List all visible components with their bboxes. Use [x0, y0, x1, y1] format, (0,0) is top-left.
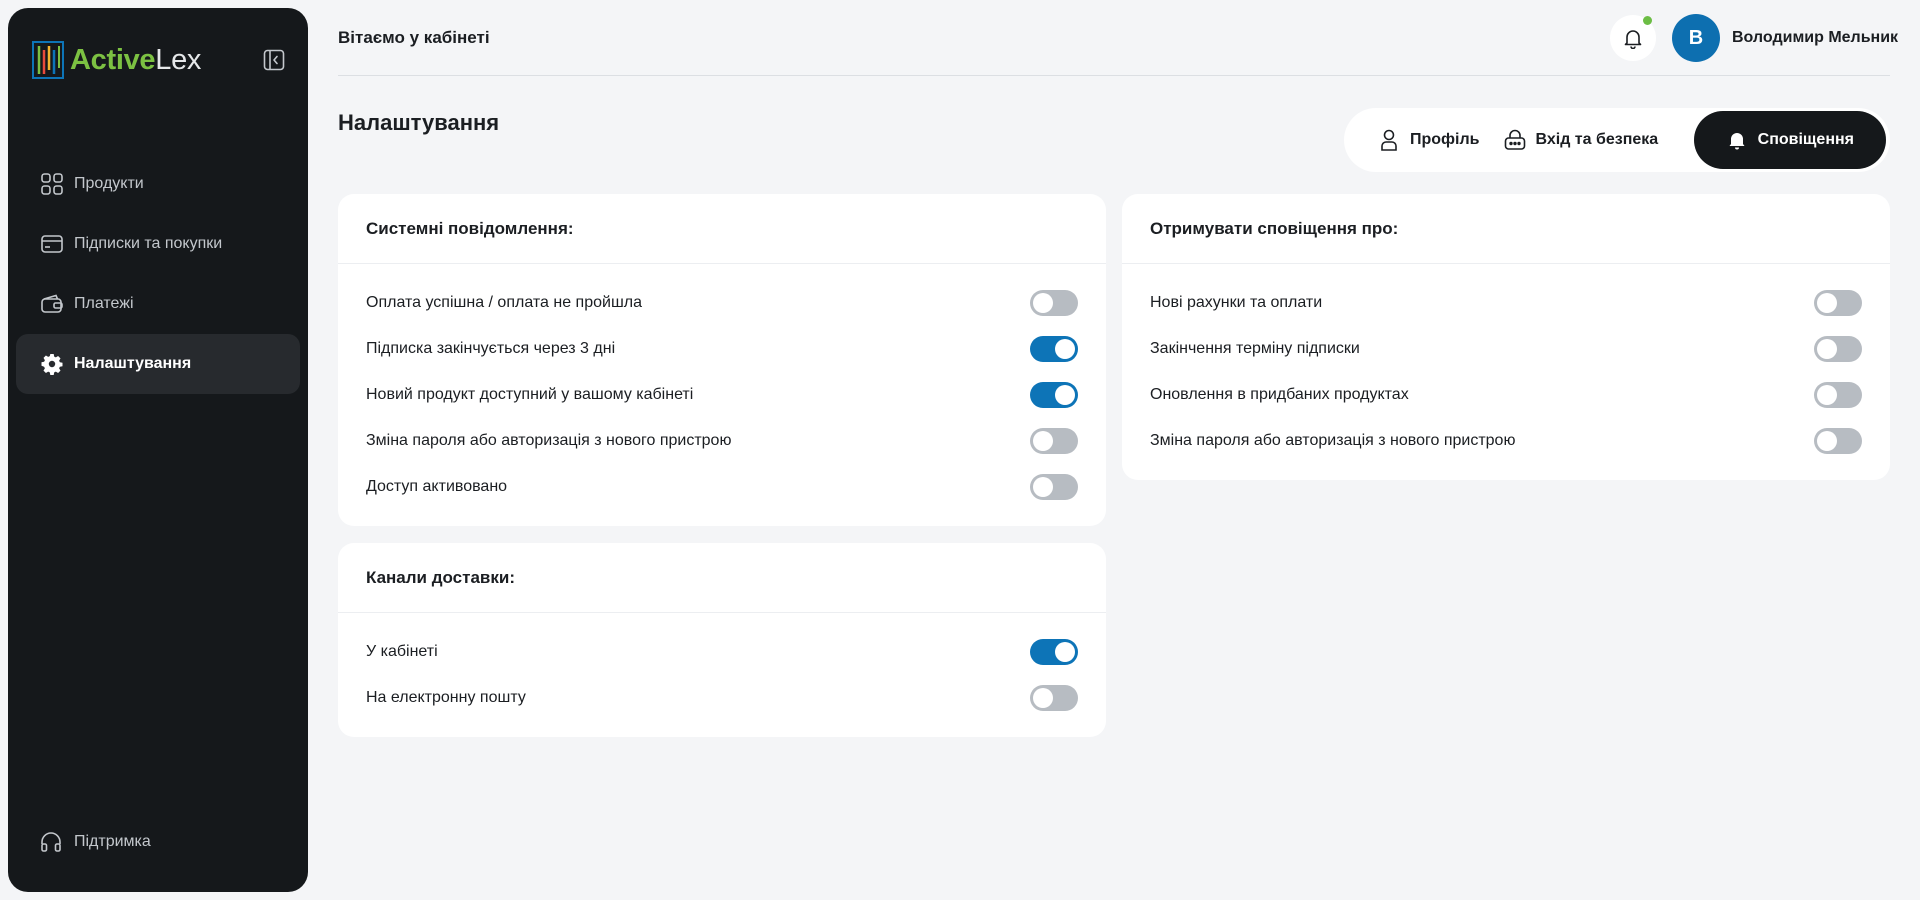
notification-dot: [1643, 16, 1652, 25]
toggle-knob: [1055, 339, 1075, 359]
setting-label: Зміна пароля або авторизація з нового пр…: [1150, 432, 1516, 449]
user-name[interactable]: Володимир Мельник: [1732, 29, 1898, 47]
toggle-switch[interactable]: [1814, 428, 1862, 454]
sidebar-item-label: Платежі: [74, 295, 134, 312]
toggle-knob: [1817, 293, 1837, 313]
toggle-switch[interactable]: [1030, 290, 1078, 316]
support-label: Підтримка: [74, 833, 151, 850]
setting-row: Доступ активовано: [338, 464, 1106, 510]
user-icon: [1378, 129, 1400, 151]
setting-row: На електронну пошту: [338, 675, 1106, 721]
sidebar: ActiveLex Продукти Підписки та покупки П…: [8, 8, 308, 892]
toggle-knob: [1033, 431, 1053, 451]
settings-tabs: Профіль Вхід та безпека Сповіщення: [1344, 108, 1890, 172]
grid-icon: [40, 172, 64, 196]
toggle-switch[interactable]: [1030, 336, 1078, 362]
support-link[interactable]: Підтримка: [40, 830, 151, 854]
tab-label: Вхід та безпека: [1535, 131, 1659, 148]
tab-label: Профіль: [1410, 131, 1480, 148]
toggle-switch[interactable]: [1030, 685, 1078, 711]
notifications-button[interactable]: [1610, 15, 1656, 61]
card-icon: [40, 232, 64, 256]
sidebar-item-label: Підписки та покупки: [74, 235, 223, 252]
toggle-knob: [1033, 688, 1053, 708]
setting-row: У кабінеті: [338, 629, 1106, 675]
setting-row: Зміна пароля або авторизація з нового пр…: [1122, 418, 1890, 464]
toggle-switch[interactable]: [1814, 336, 1862, 362]
page-title: Налаштування: [338, 110, 500, 135]
setting-label: Закінчення терміну підписки: [1150, 340, 1360, 357]
setting-label: Оновлення в придбаних продуктах: [1150, 386, 1409, 403]
system-notifications-card: Системні повідомлення: Оплата успішна / …: [338, 194, 1106, 526]
toggle-knob: [1055, 642, 1075, 662]
delivery-channels-card: Канали доставки: У кабінеті На електронн…: [338, 543, 1106, 737]
toggle-knob: [1817, 385, 1837, 405]
setting-label: На електронну пошту: [366, 689, 526, 706]
avatar[interactable]: В: [1672, 14, 1720, 62]
setting-row: Новий продукт доступний у вашому кабінет…: [338, 372, 1106, 418]
collapse-icon: [263, 49, 285, 71]
tab-profile[interactable]: Профіль: [1366, 111, 1492, 169]
setting-row: Оновлення в придбаних продуктах: [1122, 372, 1890, 418]
sidebar-item-label: Продукти: [74, 175, 144, 192]
tab-security[interactable]: Вхід та безпека: [1492, 111, 1671, 169]
sidebar-item-products[interactable]: Продукти: [16, 154, 300, 214]
setting-row: Закінчення терміну підписки: [1122, 326, 1890, 372]
logo-icon: [32, 41, 64, 79]
top-header: Вітаємо у кабінеті В Володимир Мельник: [338, 0, 1898, 76]
sidebar-item-settings[interactable]: Налаштування: [16, 334, 300, 394]
welcome-text: Вітаємо у кабінеті: [338, 28, 490, 47]
sidebar-item-label: Налаштування: [74, 355, 192, 372]
toggle-switch[interactable]: [1030, 428, 1078, 454]
setting-row: Оплата успішна / оплата не пройшла: [338, 280, 1106, 326]
card-title: Канали доставки:: [338, 543, 1106, 613]
setting-label: Новий продукт доступний у вашому кабінет…: [366, 386, 694, 403]
tab-notifications[interactable]: Сповіщення: [1693, 111, 1886, 169]
setting-row: Підписка закінчується через 3 дні: [338, 326, 1106, 372]
toggle-switch[interactable]: [1814, 382, 1862, 408]
toggle-knob: [1033, 477, 1053, 497]
sidebar-nav: Продукти Підписки та покупки Платежі Нал…: [16, 154, 300, 394]
setting-label: Оплата успішна / оплата не пройшла: [366, 294, 643, 311]
setting-label: У кабінеті: [366, 643, 438, 660]
toggle-knob: [1055, 385, 1075, 405]
toggle-switch[interactable]: [1030, 382, 1078, 408]
setting-row: Нові рахунки та оплати: [1122, 280, 1890, 326]
setting-row: Зміна пароля або авторизація з нового пр…: [338, 418, 1106, 464]
setting-label: Зміна пароля або авторизація з нового пр…: [366, 432, 732, 449]
setting-label: Підписка закінчується через 3 дні: [366, 340, 616, 357]
toggle-knob: [1817, 339, 1837, 359]
toggle-knob: [1033, 293, 1053, 313]
setting-label: Доступ активовано: [366, 478, 508, 495]
brand-logo[interactable]: ActiveLex: [32, 40, 201, 80]
gear-icon: [40, 352, 64, 376]
toggle-switch[interactable]: [1030, 639, 1078, 665]
setting-label: Нові рахунки та оплати: [1150, 294, 1323, 311]
collapse-sidebar-button[interactable]: [260, 46, 288, 74]
wallet-icon: [40, 292, 64, 316]
brand-name: ActiveLex: [70, 44, 202, 76]
card-title: Системні повідомлення:: [338, 194, 1106, 264]
bell-icon: [1624, 30, 1642, 49]
toggle-knob: [1817, 431, 1837, 451]
receive-notifications-card: Отримувати сповіщення про: Нові рахунки …: [1122, 194, 1890, 480]
headset-icon: [40, 830, 64, 854]
toggle-switch[interactable]: [1814, 290, 1862, 316]
card-title: Отримувати сповіщення про:: [1122, 194, 1890, 264]
sidebar-item-subscriptions[interactable]: Підписки та покупки: [16, 214, 300, 274]
lock-icon: [1504, 129, 1526, 151]
toggle-switch[interactable]: [1030, 474, 1078, 500]
sidebar-item-payments[interactable]: Платежі: [16, 274, 300, 334]
bell-icon: [1726, 129, 1748, 151]
tab-label: Сповіщення: [1757, 131, 1854, 148]
